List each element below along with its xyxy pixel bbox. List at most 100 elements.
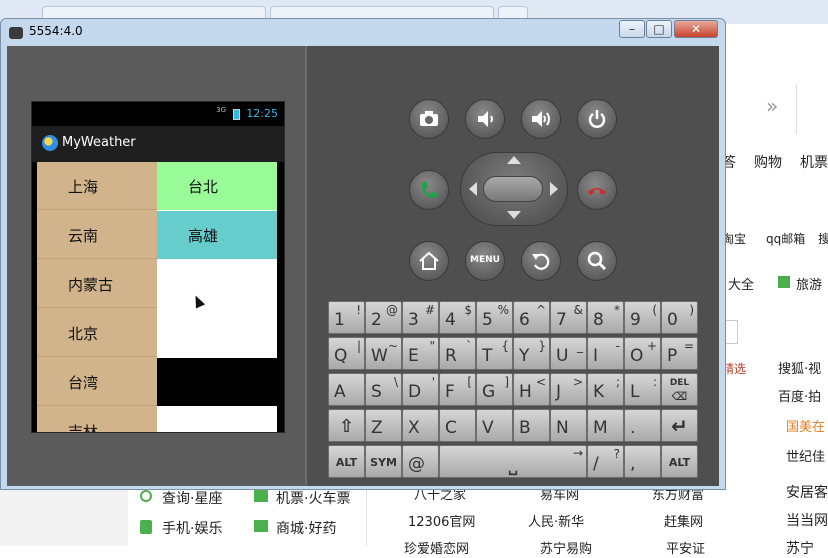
list-item[interactable]: 北京 [37,309,157,357]
shift-key[interactable]: ⇧ [328,409,365,442]
key[interactable]: 4 $ [439,301,476,334]
dpad-up-icon[interactable] [507,156,521,164]
key[interactable]: 1! [328,301,365,334]
key[interactable]: V [476,409,513,442]
delete-key[interactable]: DEL ⌫ [661,373,698,406]
promo-link[interactable]: 世纪佳 [786,446,825,465]
site-link[interactable]: 苏宁易购 [540,538,592,557]
search-button[interactable] [577,241,617,281]
key[interactable]: Z [365,409,402,442]
promo-link[interactable]: 搜狐·视 [778,358,821,377]
dpad-center-button[interactable] [483,176,543,202]
key[interactable]: A [328,373,365,406]
list-item[interactable] [157,309,277,357]
key[interactable]: 6 ^ [513,301,550,334]
nav-link[interactable]: 购物 [754,152,782,172]
quick-link[interactable]: qq邮箱 [766,230,805,247]
key[interactable]: . [624,409,661,442]
site-link[interactable]: 平安证 [666,538,705,557]
list-item[interactable]: 内蒙古 [37,260,157,308]
key[interactable]: O + [624,337,661,370]
key[interactable]: N [550,409,587,442]
list-item[interactable]: 上海 [37,162,157,210]
key[interactable]: 7 & [550,301,587,334]
list-item[interactable]: 台湾 [37,358,157,406]
power-button[interactable] [577,99,617,139]
dpad-left-icon[interactable] [469,182,477,196]
scroll-right-icon[interactable]: » [766,94,778,118]
key[interactable]: /? [587,445,624,478]
device-screen[interactable]: 3G 12:25 MyWeather 上海 云南 内蒙古 北京 台湾 吉林 台北… [31,101,285,433]
maximize-button[interactable]: □ [646,20,672,38]
list-item[interactable]: 台北 [157,162,277,210]
enter-key[interactable]: ↵ [661,409,698,442]
volume-up-button[interactable] [521,99,561,139]
minimize-button[interactable]: – [619,20,645,38]
dpad-right-icon[interactable] [550,182,558,196]
site-link[interactable]: 苏宁 [786,538,814,558]
category-link[interactable]: 商城·好药 [276,518,336,538]
list-item[interactable]: 云南 [37,211,157,259]
key[interactable]: , [624,445,661,478]
list-item[interactable] [157,407,277,432]
key[interactable]: B [513,409,550,442]
menu-button[interactable]: MENU [465,241,505,281]
key[interactable]: P = [661,337,698,370]
key[interactable]: 3 # [402,301,439,334]
quick-link[interactable]: 搜 [818,230,828,247]
sym-key[interactable]: SYM [365,445,402,478]
alt-key[interactable]: ALT [661,445,698,478]
quick-link[interactable]: 旅游 [796,274,822,293]
end-call-button[interactable] [577,170,617,210]
list-item[interactable]: 高雄 [157,211,277,259]
promo-link[interactable]: 国美在 [786,416,825,435]
key[interactable]: D ' [402,373,439,406]
camera-button[interactable] [409,99,449,139]
key[interactable]: M [587,409,624,442]
key[interactable]: T{ [476,337,513,370]
list-item[interactable] [157,260,277,308]
dpad-down-icon[interactable] [507,211,521,219]
key[interactable]: K; [587,373,624,406]
site-link[interactable]: 赶集网 [664,511,703,530]
key[interactable]: U _ [550,337,587,370]
key[interactable]: F[ [439,373,476,406]
list-item[interactable]: 吉林 [37,407,157,432]
site-link[interactable]: 人民·新华 [528,511,584,530]
back-button[interactable] [521,241,561,281]
site-link[interactable]: 当当网 [786,510,828,530]
promo-link[interactable]: 百度·拍 [778,386,821,405]
key[interactable]: H < [513,373,550,406]
key[interactable]: J > [550,373,587,406]
space-key[interactable]: ␣ → [439,445,587,478]
call-button[interactable] [409,170,449,210]
key[interactable]: L: [624,373,661,406]
volume-down-button[interactable] [465,99,505,139]
key[interactable]: I- [587,337,624,370]
key[interactable]: E " [402,337,439,370]
site-link[interactable]: 12306官网 [408,511,475,530]
key[interactable]: W ~ [365,337,402,370]
key[interactable]: X [402,409,439,442]
title-bar[interactable]: 5554:4.0 – □ ✕ [1,19,725,45]
list-item[interactable] [157,358,277,406]
city-list[interactable]: 台北 高雄 [157,162,277,432]
key[interactable]: R ` [439,337,476,370]
close-button[interactable]: ✕ [674,20,718,38]
quick-link[interactable]: 大全 [728,274,754,293]
home-button[interactable] [409,241,449,281]
category-link[interactable]: 机票·火车票 [276,488,350,508]
key[interactable]: 9( [624,301,661,334]
key[interactable]: 2 @ [365,301,402,334]
category-link[interactable]: 查询·星座 [162,488,222,508]
key[interactable]: 0) [661,301,698,334]
key[interactable]: 5% [476,301,513,334]
key[interactable]: @ [402,445,439,478]
key[interactable]: Q | [328,337,365,370]
site-link[interactable]: 安居客 [786,482,828,502]
key[interactable]: S \ [365,373,402,406]
key[interactable]: G] [476,373,513,406]
alt-key[interactable]: ALT [328,445,365,478]
site-link[interactable]: 珍爱婚恋网 [404,538,469,557]
nav-link[interactable]: 机票 [800,152,828,172]
